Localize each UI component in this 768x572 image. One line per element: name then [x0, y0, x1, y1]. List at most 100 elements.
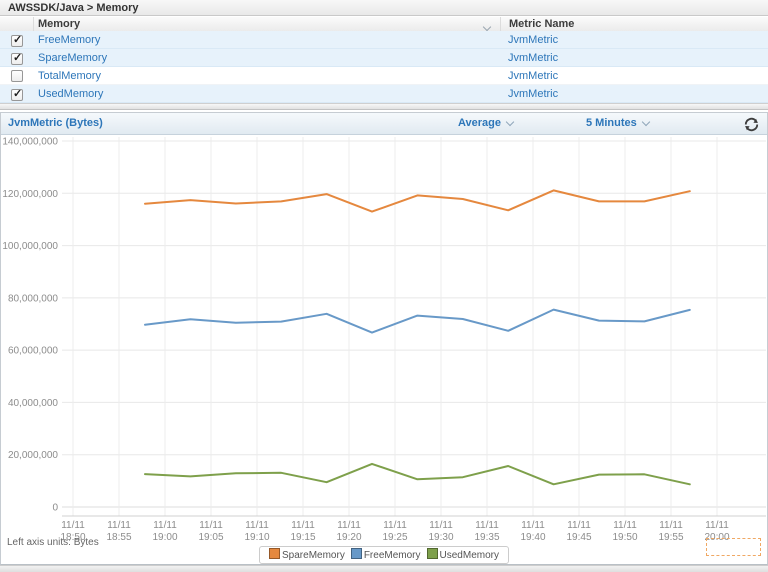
memory-cell: TotalMemory — [34, 67, 500, 84]
svg-text:19:00: 19:00 — [152, 532, 177, 541]
legend-swatch-icon — [351, 548, 362, 559]
chevron-down-icon — [506, 118, 514, 126]
svg-text:11/11: 11/11 — [613, 520, 637, 531]
checkbox-column-header — [0, 17, 34, 31]
statistic-dropdown-label: Average — [458, 117, 501, 129]
legend-label: SpareMemory — [282, 550, 345, 561]
chevron-down-icon — [641, 118, 649, 126]
memory-column-header[interactable]: Memory — [34, 17, 500, 31]
svg-text:40,000,000: 40,000,000 — [8, 398, 58, 409]
svg-text:11/11: 11/11 — [199, 520, 223, 531]
checkbox-cell — [0, 67, 34, 84]
svg-text:19:45: 19:45 — [566, 532, 591, 541]
svg-text:100,000,000: 100,000,000 — [2, 241, 58, 252]
legend-item-SpareMemory[interactable]: SpareMemory — [269, 548, 345, 561]
checkbox-cell: ✓ — [0, 31, 34, 48]
checkbox-cell: ✓ — [0, 85, 34, 102]
memory-cell: UsedMemory — [34, 85, 500, 102]
metric-name-link[interactable]: JvmMetric — [508, 88, 558, 100]
metric-dimension-link[interactable]: FreeMemory — [38, 34, 100, 46]
svg-text:11/11: 11/11 — [61, 520, 85, 531]
svg-text:11/11: 11/11 — [659, 520, 683, 531]
pending-datapoint-region — [706, 538, 761, 556]
series-line-FreeMemory — [145, 310, 690, 333]
table-row[interactable]: TotalMemory JvmMetric — [0, 67, 768, 85]
row-checkbox[interactable] — [11, 70, 23, 82]
svg-text:19:40: 19:40 — [520, 532, 545, 541]
metric-name-cell: JvmMetric — [500, 31, 768, 48]
svg-text:0: 0 — [52, 503, 58, 514]
memory-cell: SpareMemory — [34, 49, 500, 66]
svg-text:19:35: 19:35 — [474, 532, 499, 541]
panel-bottom-edge — [0, 565, 768, 572]
svg-text:11/11: 11/11 — [245, 520, 269, 531]
refresh-icon — [743, 116, 760, 133]
legend-item-FreeMemory[interactable]: FreeMemory — [351, 548, 421, 561]
legend-swatch-icon — [427, 548, 438, 559]
svg-text:11/11: 11/11 — [107, 520, 131, 531]
period-dropdown-label: 5 Minutes — [586, 117, 637, 129]
metric-dimension-link[interactable]: SpareMemory — [38, 52, 107, 64]
series-line-UsedMemory — [145, 464, 690, 484]
x-axis-labels: 11/1118:5011/1118:5511/1119:0011/1119:05… — [60, 520, 729, 541]
breadcrumb: AWSSDK/Java > Memory — [0, 0, 768, 16]
axis-units-label: Left axis units: Bytes — [7, 537, 99, 548]
metric-name-column-label: Metric Name — [509, 18, 574, 30]
table-row[interactable]: ✓ UsedMemory JvmMetric — [0, 85, 768, 103]
row-checkbox[interactable]: ✓ — [11, 53, 23, 65]
svg-text:11/11: 11/11 — [383, 520, 407, 531]
svg-text:11/11: 11/11 — [521, 520, 545, 531]
metric-dimension-link[interactable]: TotalMemory — [38, 70, 101, 82]
chart-header: JvmMetric (Bytes) Average 5 Minutes — [0, 112, 768, 135]
chart-title: JvmMetric (Bytes) — [8, 113, 103, 134]
table-resize-handle[interactable]: •••• — [0, 103, 768, 110]
svg-text:19:10: 19:10 — [244, 532, 269, 541]
svg-text:11/11: 11/11 — [291, 520, 315, 531]
gridlines — [62, 137, 766, 516]
legend-label: UsedMemory — [440, 550, 499, 561]
chart-plot-area: 0 20,000,000 40,000,000 60,000,000 80,000,00… — [0, 135, 768, 541]
metric-name-cell: JvmMetric — [500, 67, 768, 84]
metric-table-rows: ✓ FreeMemory JvmMetric ✓ SpareMemory JvmMetri… — [0, 31, 768, 103]
statistic-dropdown[interactable]: Average — [458, 113, 513, 134]
metric-name-link[interactable]: JvmMetric — [508, 52, 558, 64]
table-row[interactable]: ✓ SpareMemory JvmMetric — [0, 49, 768, 67]
metric-name-cell: JvmMetric — [500, 85, 768, 102]
row-checkbox[interactable]: ✓ — [11, 35, 23, 47]
svg-text:140,000,000: 140,000,000 — [2, 137, 58, 148]
cloudwatch-metrics-screen: AWSSDK/Java > Memory Memory Metric Name … — [0, 0, 768, 572]
svg-text:20,000,000: 20,000,000 — [8, 450, 58, 461]
svg-text:80,000,000: 80,000,000 — [8, 293, 58, 304]
svg-text:60,000,000: 60,000,000 — [8, 346, 58, 357]
svg-text:19:30: 19:30 — [428, 532, 453, 541]
metric-dimension-link[interactable]: UsedMemory — [38, 88, 103, 100]
svg-text:11/11: 11/11 — [475, 520, 499, 531]
svg-text:18:55: 18:55 — [106, 532, 131, 541]
row-checkbox[interactable]: ✓ — [11, 89, 23, 101]
svg-text:19:20: 19:20 — [336, 532, 361, 541]
refresh-button[interactable] — [743, 116, 760, 133]
metric-name-link[interactable]: JvmMetric — [508, 70, 558, 82]
period-dropdown[interactable]: 5 Minutes — [586, 113, 649, 134]
legend-box: SpareMemory FreeMemory UsedMemory — [259, 546, 509, 564]
metric-name-link[interactable]: JvmMetric — [508, 34, 558, 46]
legend-item-UsedMemory[interactable]: UsedMemory — [427, 548, 499, 561]
svg-text:11/11: 11/11 — [153, 520, 177, 531]
legend-label: FreeMemory — [364, 550, 421, 561]
svg-text:19:25: 19:25 — [382, 532, 407, 541]
svg-text:11/11: 11/11 — [705, 520, 729, 531]
memory-cell: FreeMemory — [34, 31, 500, 48]
series-lines — [145, 190, 690, 484]
svg-text:19:50: 19:50 — [612, 532, 637, 541]
legend-swatch-icon — [269, 548, 280, 559]
svg-text:19:55: 19:55 — [658, 532, 683, 541]
svg-text:11/11: 11/11 — [567, 520, 591, 531]
y-axis-labels: 0 20,000,000 40,000,000 60,000,000 80,000,00… — [2, 137, 58, 514]
svg-text:11/11: 11/11 — [429, 520, 453, 531]
svg-text:19:15: 19:15 — [290, 532, 315, 541]
metric-name-column-header[interactable]: Metric Name — [500, 17, 768, 31]
checkbox-cell: ✓ — [0, 49, 34, 66]
table-row[interactable]: ✓ FreeMemory JvmMetric — [0, 31, 768, 49]
memory-column-label: Memory — [38, 18, 80, 30]
metric-name-cell: JvmMetric — [500, 49, 768, 66]
